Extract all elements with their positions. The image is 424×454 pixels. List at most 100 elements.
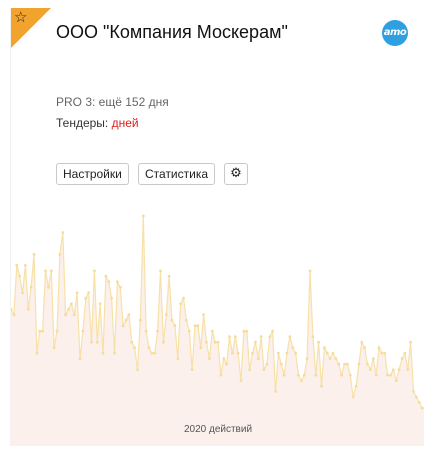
chart-point [116, 280, 119, 284]
gear-button[interactable]: ⚙ [224, 163, 248, 185]
chart-point [144, 329, 148, 333]
gear-icon: ⚙ [230, 166, 242, 181]
chart-point [164, 313, 168, 317]
chart-point [343, 362, 346, 366]
chart-point [101, 351, 105, 355]
chart-point [81, 329, 85, 333]
chart-point [216, 340, 220, 344]
chart-point [93, 269, 96, 273]
chart-point [67, 307, 70, 311]
chart-point [84, 296, 88, 300]
chart-point [366, 362, 369, 366]
chart-point [242, 329, 246, 333]
chart-point [337, 362, 341, 366]
chart-point [415, 395, 418, 399]
chart-point [41, 329, 44, 333]
favorite-corner[interactable]: ☆ [11, 8, 51, 48]
chart-point [323, 346, 326, 350]
chart-point [70, 302, 73, 306]
chart-point [118, 285, 122, 289]
chart-point [277, 351, 280, 355]
chart-point [320, 384, 323, 388]
chart-area [11, 216, 424, 446]
company-title[interactable]: ООО "Компания Москерам" [56, 20, 288, 44]
chart-point [219, 373, 223, 377]
chart-point [159, 269, 162, 273]
star-icon[interactable]: ☆ [14, 9, 27, 25]
chart-point [150, 351, 154, 355]
plan-status: PRO 3: ещё 152 дня [56, 95, 169, 109]
chart-point [228, 335, 231, 339]
chart-point [291, 346, 295, 350]
chart-point [386, 373, 389, 377]
chart-point [254, 340, 257, 344]
chart-point [202, 313, 206, 317]
amocrm-logo-icon[interactable]: amo [382, 20, 408, 46]
chart-point [251, 351, 254, 355]
chart-point [377, 346, 381, 350]
chart-point [58, 253, 62, 256]
chart-point [205, 340, 208, 344]
chart-point [360, 340, 364, 344]
chart-point [127, 313, 131, 317]
chart-point [225, 362, 229, 366]
chart-point [15, 264, 19, 267]
chart-point [351, 395, 355, 399]
chart-point [314, 373, 318, 377]
chart-point [18, 274, 21, 278]
chart-point [26, 307, 30, 311]
actions-count-label: 2020 действий [183, 424, 253, 435]
chart-point [12, 313, 16, 317]
chart-point [311, 335, 315, 339]
chart-point [285, 351, 289, 355]
chart-point [141, 214, 145, 218]
chart-point [256, 357, 260, 360]
chart-point [403, 351, 407, 355]
chart-point [222, 357, 226, 360]
chart-point [288, 335, 292, 339]
chart-point [49, 269, 53, 273]
chart-point [95, 340, 99, 344]
chart-point [409, 340, 412, 344]
chart-point [262, 368, 266, 371]
statistics-button[interactable]: Статистика [138, 163, 216, 185]
chart-point [167, 274, 171, 278]
chart-point [294, 351, 297, 355]
chart-point [308, 269, 312, 273]
chart-point [75, 291, 79, 295]
chart-point [147, 346, 151, 350]
tenders-label: Тендеры: [56, 116, 109, 130]
chart-point [185, 318, 188, 322]
chart-point [231, 351, 234, 355]
chart-point [248, 368, 252, 371]
chart-point [98, 302, 102, 306]
chart-point [363, 346, 366, 350]
chart-point [279, 362, 283, 366]
chart-point [259, 335, 263, 339]
chart-point [354, 384, 358, 388]
chart-point [210, 329, 214, 333]
chart-point [236, 351, 240, 355]
chart-point [110, 296, 113, 300]
chart-point [265, 362, 269, 366]
chart-point [213, 340, 217, 344]
chart-point [328, 357, 332, 360]
chart-point [371, 357, 375, 360]
chart-point [32, 253, 36, 256]
chart-point [412, 390, 415, 393]
chart-point [190, 368, 194, 371]
chart-point [38, 329, 42, 333]
settings-button[interactable]: Настройки [56, 163, 129, 185]
chart-point [87, 291, 90, 295]
chart-point [369, 368, 372, 371]
chart-point [24, 264, 27, 267]
chart-point [389, 373, 392, 377]
tenders-value: дней [111, 116, 139, 130]
chart-point [271, 329, 274, 333]
chart-point [193, 324, 197, 328]
chart-point [394, 379, 398, 382]
chart-point [113, 351, 116, 355]
chart-point [346, 362, 349, 366]
chart-point [162, 340, 165, 344]
chart-point [153, 351, 157, 355]
